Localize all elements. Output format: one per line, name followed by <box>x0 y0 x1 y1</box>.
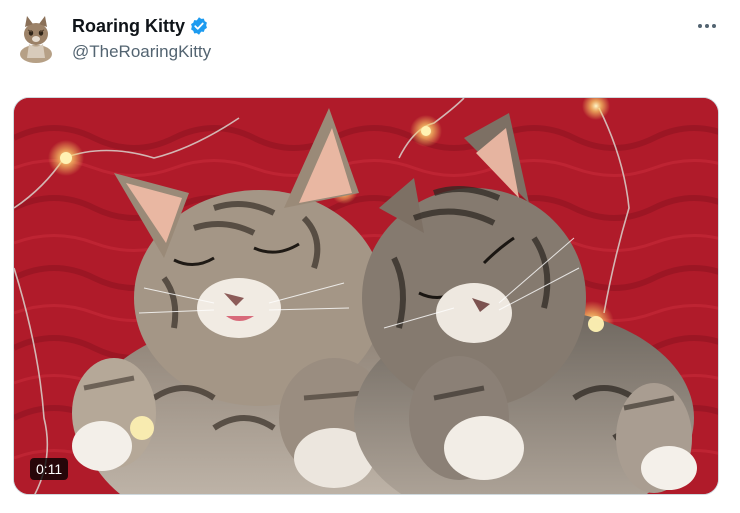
kitten-avatar-icon <box>14 14 58 64</box>
more-horizontal-icon <box>698 24 716 28</box>
more-options-button[interactable] <box>694 16 720 36</box>
verified-badge-icon <box>189 16 209 36</box>
video-player[interactable]: 0:11 <box>13 97 719 495</box>
video-duration-badge: 0:11 <box>30 458 69 480</box>
tweet: Roaring Kitty @TheRoaringKitty 0:11 <box>0 0 740 513</box>
tweet-author: Roaring Kitty @TheRoaringKitty <box>72 14 211 62</box>
video-thumbnail <box>14 98 718 494</box>
author-display-name[interactable]: Roaring Kitty <box>72 16 185 37</box>
author-avatar[interactable] <box>14 14 58 64</box>
author-handle[interactable]: @TheRoaringKitty <box>72 42 211 62</box>
